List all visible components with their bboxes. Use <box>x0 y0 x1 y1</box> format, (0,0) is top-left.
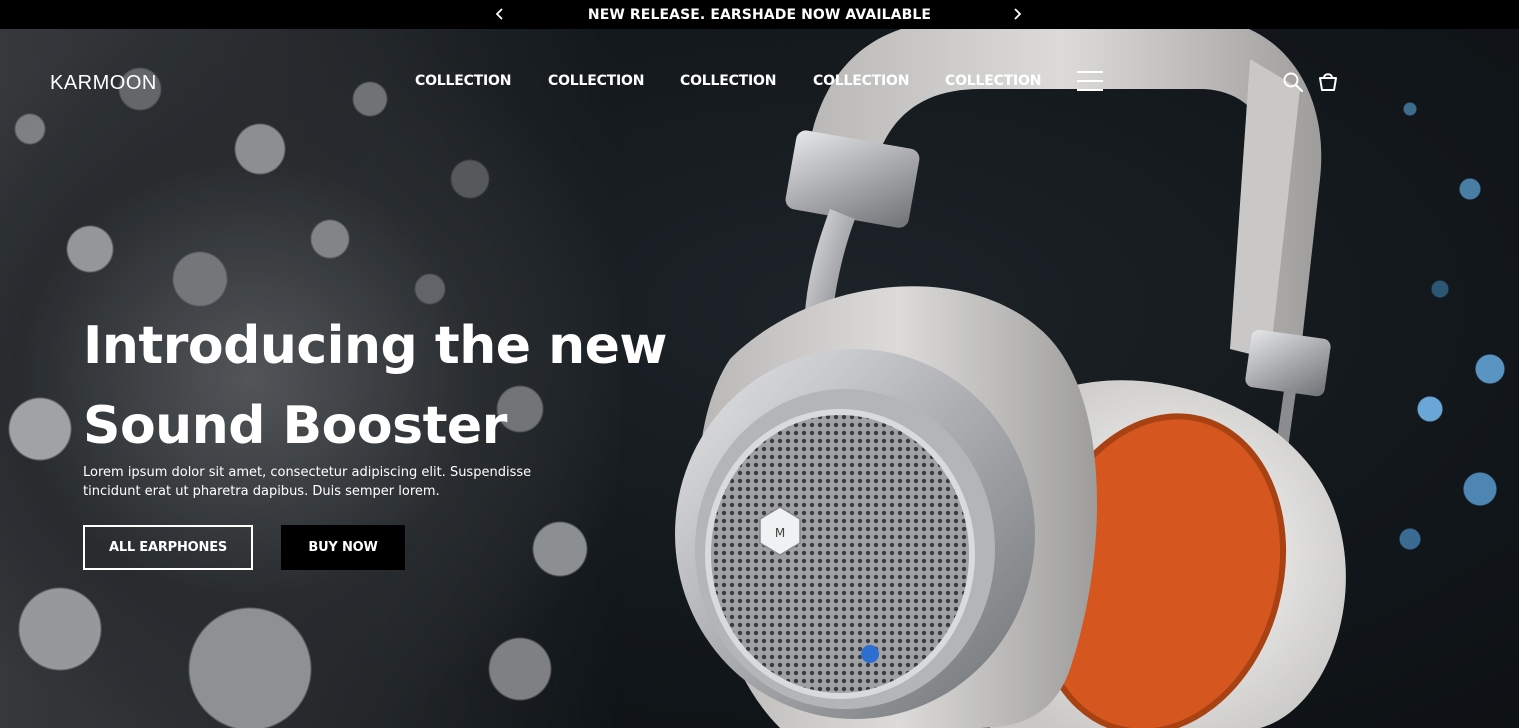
hero-background-blue-rocks <box>1380 69 1519 669</box>
nav-item-collection-1[interactable]: COLLECTION <box>415 73 511 89</box>
announcement-text: NEW RELEASE. EARSHADE NOW AVAILABLE <box>587 6 932 23</box>
nav-item-collection-3[interactable]: COLLECTION <box>680 73 776 89</box>
nav-item-collection-5[interactable]: COLLECTION <box>945 73 1041 89</box>
search-icon[interactable] <box>1282 71 1304 93</box>
announcement-prev-button[interactable] <box>490 2 510 26</box>
nav-item-collection-2[interactable]: COLLECTION <box>548 73 644 89</box>
shopping-bag-icon[interactable] <box>1317 70 1339 92</box>
announcement-next-button[interactable] <box>1007 2 1027 26</box>
hero-title-line-2: Sound Booster <box>83 396 507 456</box>
buy-now-button[interactable]: BUY NOW <box>281 525 405 570</box>
svg-text:M: M <box>775 526 785 540</box>
hero-title-line-1: Introducing the new <box>83 316 667 376</box>
chevron-left-icon <box>495 8 503 20</box>
announcement-bar: NEW RELEASE. EARSHADE NOW AVAILABLE <box>0 0 1519 29</box>
hero-subtitle: Lorem ipsum dolor sit amet, consectetur … <box>83 465 532 499</box>
main-navigation: KARMOON COLLECTION COLLECTION COLLECTION… <box>0 29 1519 134</box>
site-logo[interactable]: KARMOON <box>50 72 157 95</box>
all-earphones-button[interactable]: ALL EARPHONES <box>83 525 253 570</box>
nav-item-collection-4[interactable]: COLLECTION <box>813 73 909 89</box>
hero-title: Introducing the new Sound Booster <box>83 306 683 466</box>
chevron-right-icon <box>1014 8 1022 20</box>
hamburger-icon[interactable] <box>1077 71 1105 93</box>
